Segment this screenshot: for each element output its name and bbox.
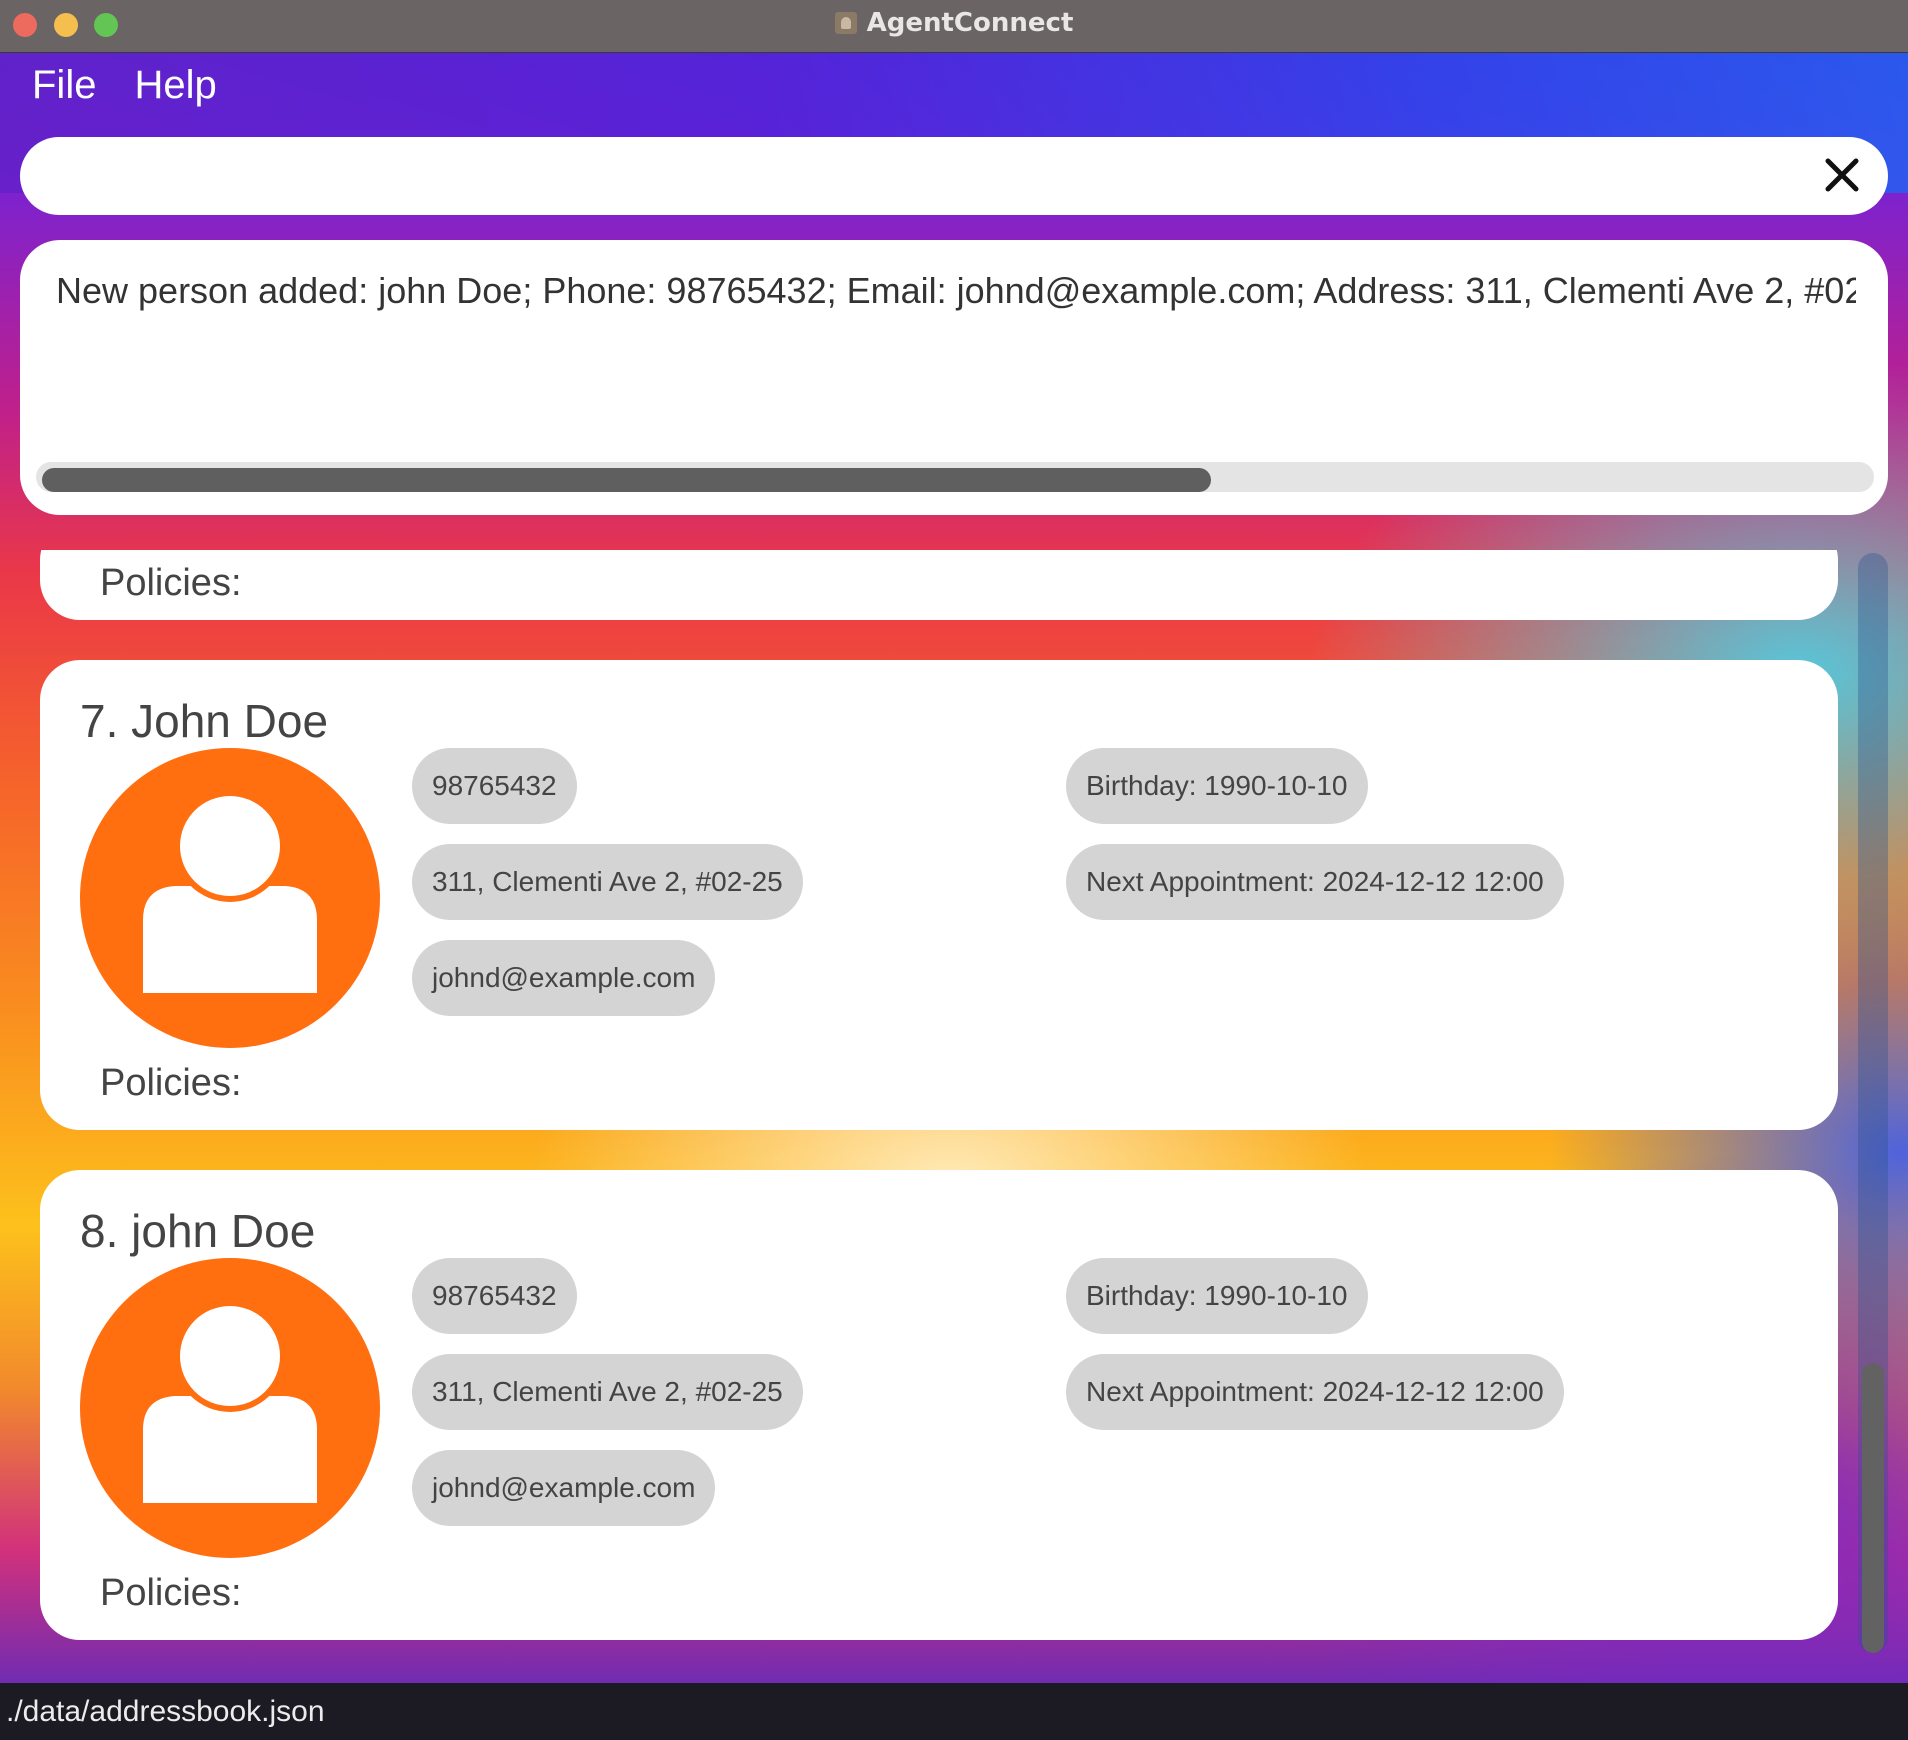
menu-help[interactable]: Help xyxy=(134,63,216,108)
policies-label: Policies: xyxy=(100,1572,242,1614)
birthday-chip: Birthday: 1990-10-10 xyxy=(1066,748,1368,824)
person-card-partial[interactable]: Policies: xyxy=(40,550,1838,620)
person-card[interactable]: 8. john Doe 98765432 311, Clementi Ave 2… xyxy=(40,1170,1838,1640)
command-box xyxy=(20,137,1888,215)
result-scrollbar-thumb[interactable] xyxy=(42,468,1211,492)
app-icon xyxy=(834,12,857,34)
policies-label: Policies: xyxy=(100,562,242,604)
address-chip: 311, Clementi Ave 2, #02-25 xyxy=(412,844,803,920)
address-chip: 311, Clementi Ave 2, #02-25 xyxy=(412,1354,803,1430)
menu-bar: File Help xyxy=(32,63,217,108)
result-horizontal-scrollbar[interactable] xyxy=(36,462,1874,492)
birthday-chip: Birthday: 1990-10-10 xyxy=(1066,1258,1368,1334)
window-title-area: AgentConnect xyxy=(0,0,1908,46)
email-chip: johnd@example.com xyxy=(412,1450,716,1526)
phone-chip: 98765432 xyxy=(412,748,577,824)
person-card[interactable]: 7. John Doe 98765432 311, Clementi Ave 2… xyxy=(40,660,1838,1130)
result-display: New person added: john Doe; Phone: 98765… xyxy=(20,240,1888,515)
appointment-chip: Next Appointment: 2024-12-12 12:00 xyxy=(1066,1354,1564,1430)
policies-label: Policies: xyxy=(100,1062,242,1104)
person-name: 8. john Doe xyxy=(80,1205,316,1257)
window-titlebar: AgentConnect xyxy=(0,0,1908,53)
menu-file[interactable]: File xyxy=(32,63,96,108)
result-message: New person added: john Doe; Phone: 98765… xyxy=(56,270,1856,311)
close-icon[interactable] xyxy=(1822,155,1862,195)
appointment-chip: Next Appointment: 2024-12-12 12:00 xyxy=(1066,844,1564,920)
command-input[interactable] xyxy=(50,151,1810,201)
person-name: 7. John Doe xyxy=(80,695,329,747)
person-icon xyxy=(80,1258,380,1558)
window-title: AgentConnect xyxy=(866,8,1074,38)
person-icon xyxy=(80,748,380,1048)
phone-chip: 98765432 xyxy=(412,1258,577,1334)
person-list-vertical-scrollbar[interactable] xyxy=(1858,553,1888,1653)
status-bar: ./data/addressbook.json xyxy=(0,1683,1908,1740)
person-list: Policies: 7. John Doe 98765432 311, Clem… xyxy=(0,550,1908,1645)
email-chip: johnd@example.com xyxy=(412,940,716,1016)
person-list-scrollbar-thumb[interactable] xyxy=(1862,1363,1884,1653)
status-file-path: ./data/addressbook.json xyxy=(6,1695,325,1728)
